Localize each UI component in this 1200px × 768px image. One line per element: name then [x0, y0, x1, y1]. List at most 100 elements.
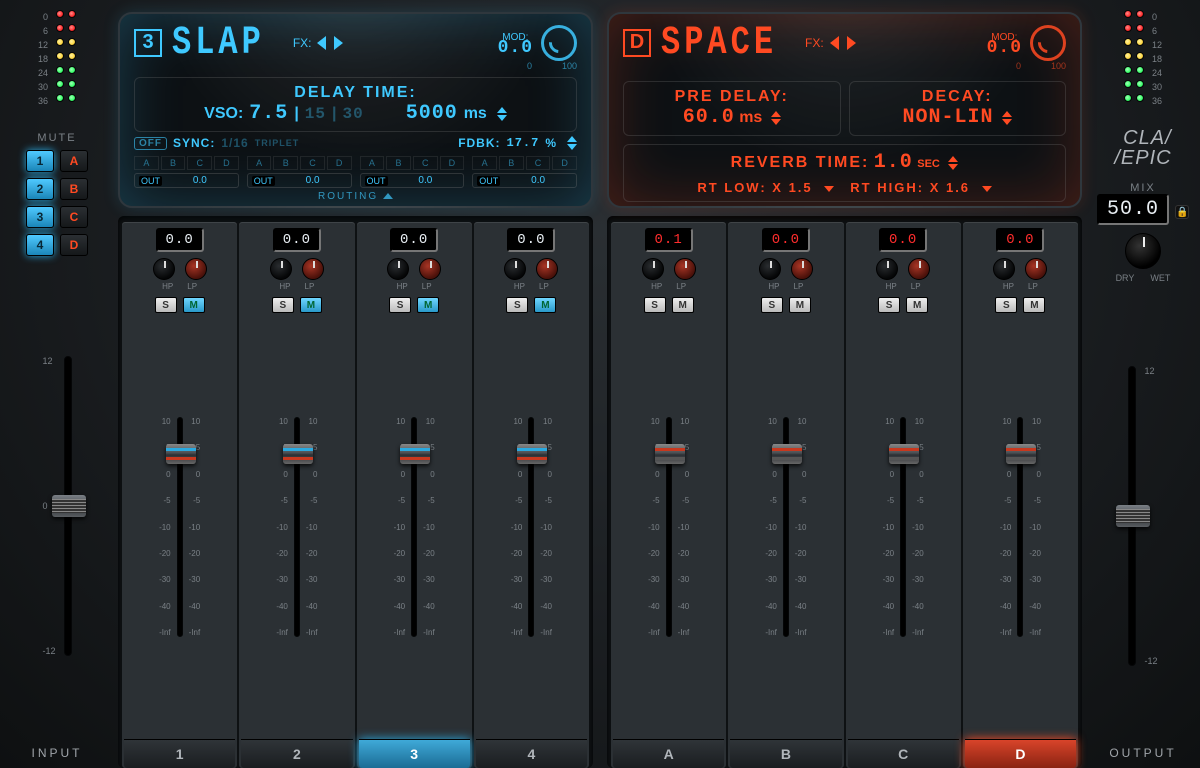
channel-strip-4: 0.0HPLPSM1050-5-10-20-30-40-Inf1050-5-10…	[474, 222, 589, 768]
delay-badge: 3	[134, 29, 162, 57]
channel-level-display[interactable]: 0.0	[879, 228, 927, 252]
lp-knob[interactable]	[419, 258, 441, 280]
lock-icon[interactable]: 🔒	[1175, 205, 1189, 219]
channel-select-2[interactable]: 2	[241, 739, 352, 768]
mod-value[interactable]: 0.0	[498, 43, 533, 54]
hp-knob[interactable]	[759, 258, 781, 280]
delay-time-header: DELAY TIME:	[145, 84, 566, 102]
delay-ms-value[interactable]: 5000	[406, 102, 458, 125]
lp-knob[interactable]	[302, 258, 324, 280]
solo-button[interactable]: S	[272, 297, 294, 313]
mute-B[interactable]: B	[60, 178, 88, 200]
channel-select-D[interactable]: D	[965, 739, 1076, 768]
output-fader[interactable]: 120-12	[1128, 293, 1157, 738]
rt-high-value[interactable]: X 1.6	[930, 180, 970, 195]
solo-button[interactable]: S	[995, 297, 1017, 313]
mute-3[interactable]: 3	[26, 206, 54, 228]
input-fader[interactable]: 120-12	[42, 274, 71, 738]
solo-button[interactable]: S	[644, 297, 666, 313]
channel-select-4[interactable]: 4	[476, 739, 587, 768]
mute-button[interactable]: M	[534, 297, 556, 313]
vso-value[interactable]: 7.5	[249, 102, 288, 125]
hp-knob[interactable]	[270, 258, 292, 280]
channel-select-1[interactable]: 1	[124, 739, 235, 768]
reverb-time-value[interactable]: 1.0	[874, 151, 913, 174]
mute-1[interactable]: 1	[26, 150, 54, 172]
hp-knob[interactable]	[387, 258, 409, 280]
channel-level-display[interactable]: 0.1	[645, 228, 693, 252]
solo-button[interactable]: S	[761, 297, 783, 313]
lp-knob[interactable]	[185, 258, 207, 280]
decay-value[interactable]: NON-LIN	[903, 106, 994, 129]
solo-button[interactable]: S	[506, 297, 528, 313]
channel-select-3[interactable]: 3	[359, 739, 470, 768]
mod-dial[interactable]	[1030, 25, 1066, 61]
mute-button[interactable]: M	[183, 297, 205, 313]
hp-knob[interactable]	[993, 258, 1015, 280]
feedback-value[interactable]: 17.7	[507, 136, 540, 150]
mute-C[interactable]: C	[60, 206, 88, 228]
channel-fader[interactable]	[666, 417, 672, 637]
channel-fader[interactable]	[783, 417, 789, 637]
channel-level-display[interactable]: 0.0	[507, 228, 555, 252]
mix-label: MIX	[1130, 182, 1156, 194]
feedback-stepper[interactable]	[567, 136, 577, 150]
fx-prev-icon[interactable]	[830, 36, 839, 50]
mod-dial[interactable]	[541, 25, 577, 61]
channel-fader[interactable]	[528, 417, 534, 637]
lp-knob[interactable]	[908, 258, 930, 280]
rt-low-value[interactable]: X 1.5	[772, 180, 812, 195]
channel-select-C[interactable]: C	[848, 739, 959, 768]
fx-next-icon[interactable]	[847, 36, 856, 50]
channel-fader[interactable]	[1017, 417, 1023, 637]
input-label: INPUT	[32, 746, 83, 760]
channel-level-display[interactable]: 0.0	[762, 228, 810, 252]
lp-knob[interactable]	[536, 258, 558, 280]
mute-2[interactable]: 2	[26, 178, 54, 200]
mute-button[interactable]: M	[417, 297, 439, 313]
channel-level-display[interactable]: 0.0	[156, 228, 204, 252]
routing-collapse-icon[interactable]	[383, 193, 393, 199]
mute-4[interactable]: 4	[26, 234, 54, 256]
lp-knob[interactable]	[674, 258, 696, 280]
channel-level-display[interactable]: 0.0	[996, 228, 1044, 252]
brand-logo: CLA//EPIC	[1114, 128, 1171, 168]
mod-value[interactable]: 0.0	[987, 43, 1022, 54]
channel-select-B[interactable]: B	[730, 739, 841, 768]
reverb-badge: D	[623, 29, 651, 57]
channel-fader[interactable]	[900, 417, 906, 637]
input-meter: 061218243036	[38, 10, 76, 108]
channel-fader[interactable]	[411, 417, 417, 637]
mix-value[interactable]: 50.0	[1097, 194, 1169, 225]
channel-select-A[interactable]: A	[613, 739, 724, 768]
hp-knob[interactable]	[642, 258, 664, 280]
lp-knob[interactable]	[791, 258, 813, 280]
sync-toggle[interactable]: OFF	[134, 137, 167, 150]
fx-next-icon[interactable]	[334, 36, 343, 50]
channel-level-display[interactable]: 0.0	[390, 228, 438, 252]
channel-level-display[interactable]: 0.0	[273, 228, 321, 252]
channel-fader[interactable]	[294, 417, 300, 637]
fx-prev-icon[interactable]	[317, 36, 326, 50]
solo-button[interactable]: S	[389, 297, 411, 313]
mix-knob[interactable]	[1125, 233, 1161, 269]
channel-fader[interactable]	[177, 417, 183, 637]
mute-button[interactable]: M	[672, 297, 694, 313]
ms-stepper[interactable]	[497, 107, 507, 121]
mute-D[interactable]: D	[60, 234, 88, 256]
predelay-value[interactable]: 60.0	[683, 106, 735, 129]
mute-A[interactable]: A	[60, 150, 88, 172]
hp-knob[interactable]	[876, 258, 898, 280]
channel-strip-B: 0.0HPLPSM1050-5-10-20-30-40-Inf1050-5-10…	[728, 222, 843, 768]
solo-button[interactable]: S	[878, 297, 900, 313]
lp-knob[interactable]	[1025, 258, 1047, 280]
channel-strip-2: 0.0HPLPSM1050-5-10-20-30-40-Inf1050-5-10…	[239, 222, 354, 768]
hp-knob[interactable]	[504, 258, 526, 280]
mute-button[interactable]: M	[789, 297, 811, 313]
mute-button[interactable]: M	[300, 297, 322, 313]
mute-button[interactable]: M	[906, 297, 928, 313]
mute-button[interactable]: M	[1023, 297, 1045, 313]
solo-button[interactable]: S	[155, 297, 177, 313]
hp-knob[interactable]	[153, 258, 175, 280]
reverb-time-header: REVERB TIME:	[731, 154, 870, 171]
